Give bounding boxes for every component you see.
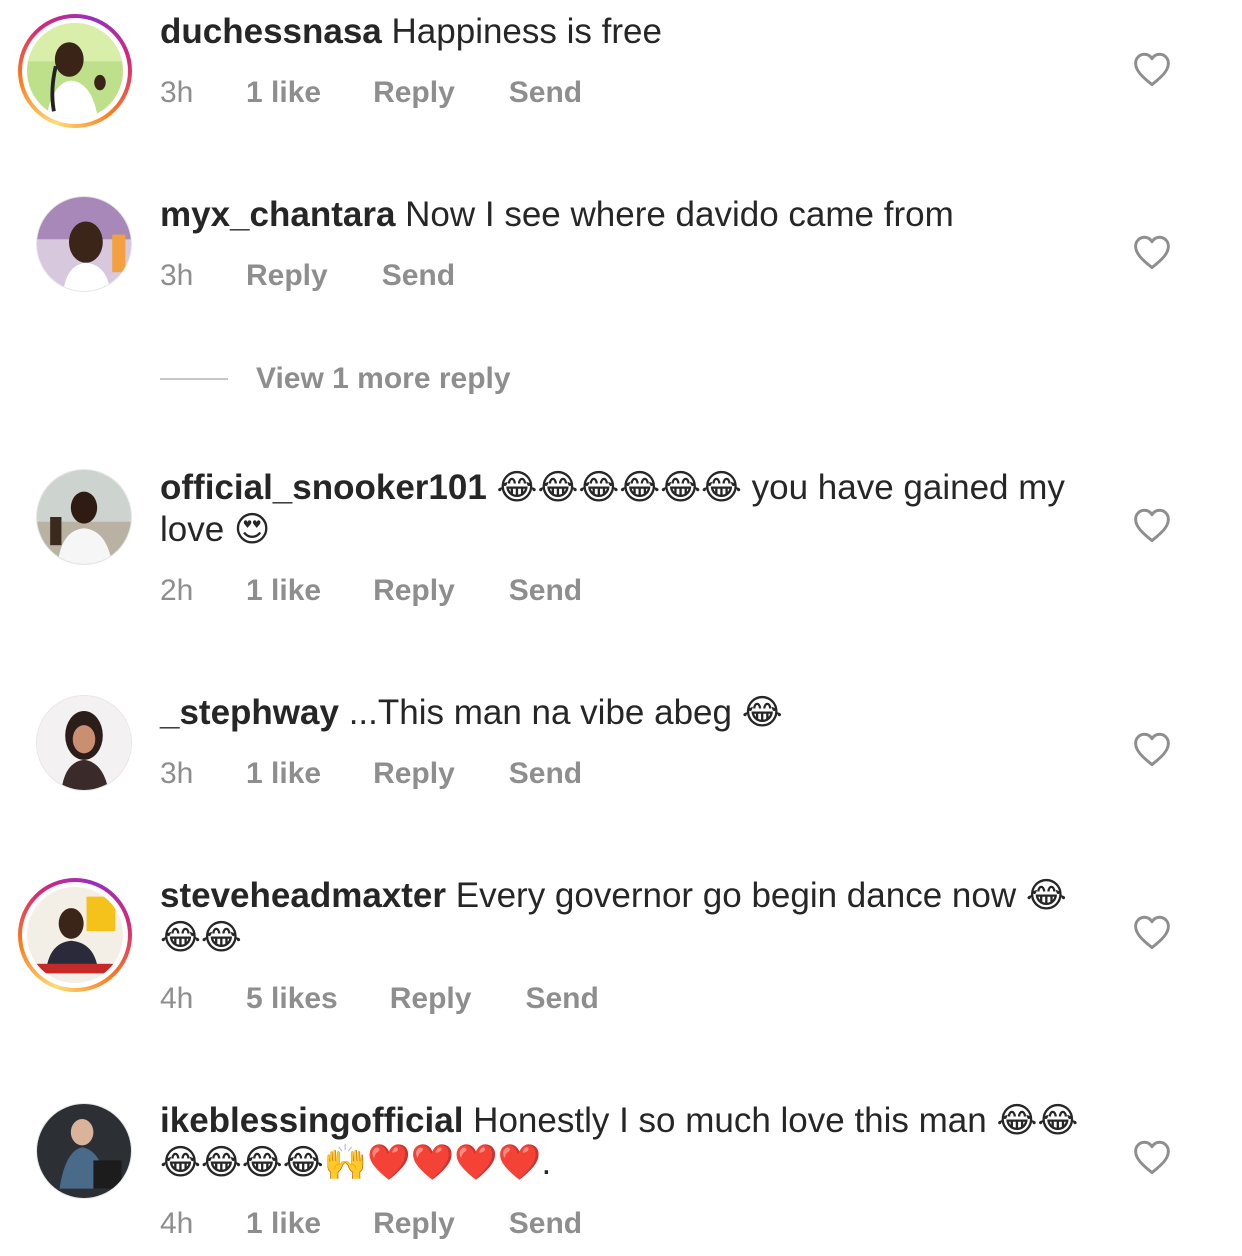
avatar <box>37 470 131 564</box>
comment-timestamp: 3h <box>160 76 194 109</box>
send-button[interactable]: Send <box>509 1207 582 1241</box>
heart-outline-icon[interactable] <box>1132 507 1172 543</box>
send-button[interactable]: Send <box>509 574 582 608</box>
avatar-frame[interactable] <box>36 1103 132 1199</box>
view-more-replies[interactable]: View 1 more reply <box>160 362 511 396</box>
avatar <box>27 23 123 119</box>
heart-outline-icon[interactable] <box>1132 731 1172 767</box>
comment-username[interactable]: ikeblessingofficial <box>160 1101 463 1140</box>
comment-username[interactable]: steveheadmaxter <box>160 876 446 915</box>
reply-button[interactable]: Reply <box>373 757 455 791</box>
comment-timestamp: 2h <box>160 574 194 607</box>
comment-username[interactable]: duchessnasa <box>160 12 382 51</box>
reply-button[interactable]: Reply <box>373 574 455 608</box>
avatar <box>37 696 131 790</box>
reply-button[interactable]: Reply <box>390 982 472 1016</box>
reply-button[interactable]: Reply <box>373 76 455 110</box>
send-button[interactable]: Send <box>509 76 582 110</box>
view-more-replies-label[interactable]: View 1 more reply <box>256 362 511 396</box>
heart-outline-icon[interactable] <box>1132 1139 1172 1175</box>
comment-text: ...This man na vibe abeg 😂 <box>348 693 783 732</box>
comment-text: Happiness is free <box>391 12 662 51</box>
comment-username[interactable]: _stephway <box>160 693 339 732</box>
heart-outline-icon[interactable] <box>1132 914 1172 950</box>
heart-outline-icon[interactable] <box>1132 51 1172 87</box>
avatar <box>37 1104 131 1198</box>
send-button[interactable]: Send <box>509 757 582 791</box>
avatar-frame[interactable] <box>36 196 132 292</box>
comment-likes[interactable]: 1 like <box>246 1207 321 1241</box>
comment-likes[interactable]: 1 like <box>246 76 321 110</box>
avatar-story-ring[interactable] <box>18 14 132 128</box>
send-button[interactable]: Send <box>525 982 598 1016</box>
comment-timestamp: 3h <box>160 757 194 790</box>
reply-button[interactable]: Reply <box>246 259 328 293</box>
divider-line <box>160 378 228 380</box>
send-button[interactable]: Send <box>382 259 455 293</box>
avatar-frame[interactable] <box>36 695 132 791</box>
comment-likes[interactable]: 1 like <box>246 574 321 608</box>
comment-username[interactable]: myx_chantara <box>160 195 395 234</box>
comment-likes[interactable]: 5 likes <box>246 982 338 1016</box>
comment-timestamp: 4h <box>160 1207 194 1240</box>
avatar-frame[interactable] <box>36 469 132 565</box>
comment-text: Now I see where davido came from <box>405 195 954 234</box>
avatar <box>37 197 131 291</box>
avatar-story-ring[interactable] <box>18 878 132 992</box>
reply-button[interactable]: Reply <box>373 1207 455 1241</box>
comment-timestamp: 3h <box>160 259 194 292</box>
comment-likes[interactable]: 1 like <box>246 757 321 791</box>
avatar <box>27 887 123 983</box>
heart-outline-icon[interactable] <box>1132 234 1172 270</box>
comment-timestamp: 4h <box>160 982 194 1015</box>
comment-username[interactable]: official_snooker101 <box>160 468 487 507</box>
